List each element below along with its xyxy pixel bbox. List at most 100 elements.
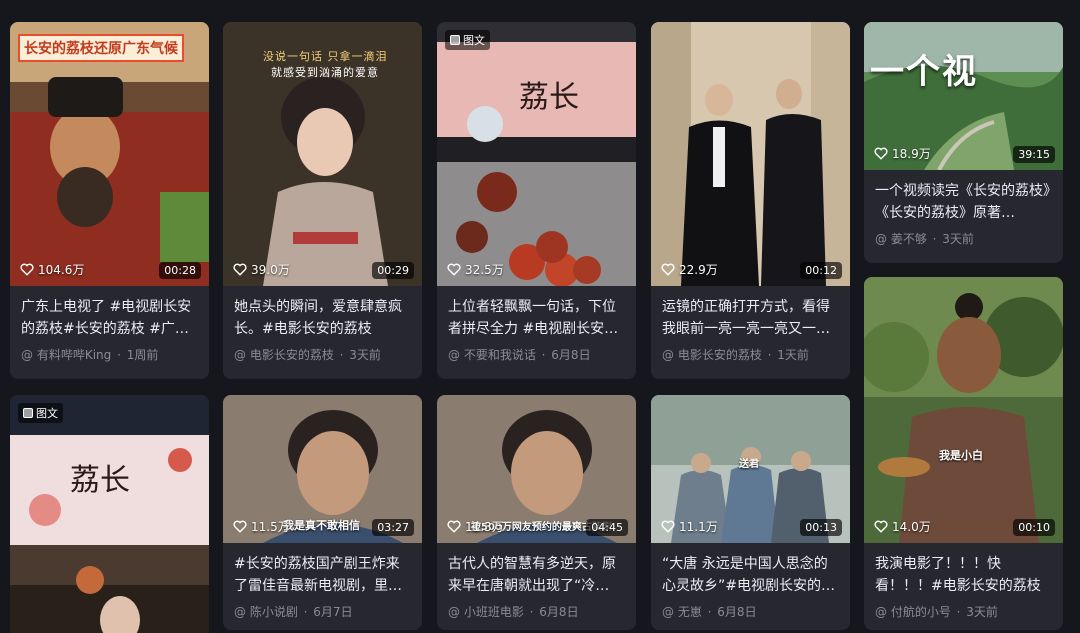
thumbnail-image: 荔长 <box>437 22 636 286</box>
heart-icon <box>233 520 247 533</box>
video-thumbnail[interactable]: 我是真不敢相信 11.5万 03:27 <box>223 395 422 543</box>
overlay-caption: 没说一句话 只拿一滴泪 <box>263 50 388 63</box>
thumbnail-image: 荔长 <box>10 395 209 633</box>
author-name[interactable]: 陈小说剧 <box>250 605 298 619</box>
thumbnail-image <box>864 277 1063 543</box>
like-count: 32.5万 <box>447 261 504 278</box>
video-title[interactable]: #长安的荔枝国产剧王炸来了雷佳音最新电视剧，里面… <box>234 553 411 597</box>
svg-text:荔长: 荔长 <box>70 463 130 498</box>
image-post-icon <box>23 408 33 418</box>
author-name[interactable]: 电影长安的荔枝 <box>678 348 762 362</box>
overlay-caption: 一个视 <box>870 52 978 92</box>
duration-badge: 04:45 <box>586 519 628 536</box>
duration-badge: 00:29 <box>372 262 414 279</box>
post-time: 1天前 <box>777 348 809 362</box>
like-count-text: 11.1万 <box>679 520 718 534</box>
video-meta: @ 小班班电影 · 6月8日 <box>448 605 579 619</box>
video-card[interactable]: 没说一句话 只拿一滴泪 就感受到汹涌的爱意 39.0万 00:29 她点头的瞬间… <box>223 22 422 379</box>
svg-text:荔长: 荔长 <box>519 80 579 115</box>
heart-icon <box>447 520 461 533</box>
like-count: 11.5万 <box>233 518 290 535</box>
duration-badge: 00:12 <box>800 262 842 279</box>
like-count-text: 22.9万 <box>679 263 718 277</box>
overlay-caption-2: 就感受到汹涌的爱意 <box>271 66 379 79</box>
video-card[interactable]: 被500万网友预约的最爽古装剧 11.3万 04:45 古代人的智慧有多逆天，原… <box>437 395 636 630</box>
video-thumbnail[interactable]: 一个视 18.9万 39:15 <box>864 22 1063 170</box>
like-count-text: 32.5万 <box>465 263 504 277</box>
video-meta: @ 陈小说剧 · 6月7日 <box>234 605 353 619</box>
video-title[interactable]: 广东上电视了 #电视剧长安的荔枝#长安的荔枝 #广东… <box>21 296 198 340</box>
author-name[interactable]: 付航的小号 <box>891 605 951 619</box>
video-card[interactable]: 22.9万 00:12 运镜的正确打开方式，看得我眼前一亮一亮一亮又一… @ 电… <box>651 22 850 379</box>
heart-icon <box>447 263 461 276</box>
video-thumbnail[interactable]: 长安的荔枝还原广东气候 104.6万 00:28 <box>10 22 209 286</box>
video-card[interactable]: 我是真不敢相信 11.5万 03:27 #长安的荔枝国产剧王炸来了雷佳音最新电视… <box>223 395 422 630</box>
like-count-text: 39.0万 <box>251 263 290 277</box>
author-name[interactable]: 无崽 <box>678 605 702 619</box>
duration-badge: 00:13 <box>800 519 842 536</box>
video-card[interactable]: 送君 11.1万 00:13 “大唐 永远是中国人思念的心灵故乡”#电视剧长安的… <box>651 395 850 630</box>
author-name[interactable]: 不要和我说话 <box>464 348 536 362</box>
video-meta: @ 有料哔哔King · 1周前 <box>21 348 159 362</box>
video-card[interactable]: 长安的荔枝还原广东气候 104.6万 00:28 广东上电视了 #电视剧长安的荔… <box>10 22 209 379</box>
like-count: 22.9万 <box>661 261 718 278</box>
heart-icon <box>233 263 247 276</box>
overlay-caption: 长安的荔枝还原广东气候 <box>18 34 184 62</box>
image-post-icon <box>450 35 460 45</box>
post-time: 1周前 <box>126 348 159 362</box>
post-thumbnail[interactable]: 荔长 图文 32.5万 <box>437 22 636 286</box>
video-thumbnail[interactable]: 我是小白 14.0万 00:10 <box>864 277 1063 543</box>
video-thumbnail[interactable]: 送君 11.1万 00:13 <box>651 395 850 543</box>
like-count: 11.1万 <box>661 518 718 535</box>
video-thumbnail[interactable]: 没说一句话 只拿一滴泪 就感受到汹涌的爱意 39.0万 00:29 <box>223 22 422 286</box>
like-count-text: 11.3万 <box>465 520 504 534</box>
image-post-card[interactable]: 荔长 图文 <box>10 395 209 633</box>
post-time: 3天前 <box>942 232 974 246</box>
like-count-text: 14.0万 <box>892 520 931 534</box>
overlay-caption: 我是小白 <box>939 449 983 462</box>
author-name[interactable]: 小班班电影 <box>464 605 524 619</box>
duration-badge: 03:27 <box>372 519 414 536</box>
heart-icon <box>661 520 675 533</box>
video-card[interactable]: 我是小白 14.0万 00:10 我演电影了！！！快看！！！#电影长安的荔枝 @… <box>864 277 1063 630</box>
author-name[interactable]: 电影长安的荔枝 <box>250 348 334 362</box>
like-count: 14.0万 <box>874 518 931 535</box>
like-count: 11.3万 <box>447 518 504 535</box>
image-post-card[interactable]: 荔长 图文 32.5万 上位者轻飘飘一句话，下位者拼尽全力 #电视剧长安… @ … <box>437 22 636 379</box>
post-type-badge: 图文 <box>445 30 490 50</box>
video-title[interactable]: 古代人的智慧有多逆天，原来早在唐朝就出现了“冷… <box>448 553 625 597</box>
post-time: 6月7日 <box>313 605 353 619</box>
post-time: 6月8日 <box>539 605 579 619</box>
post-thumbnail[interactable]: 荔长 图文 <box>10 395 209 633</box>
like-count: 39.0万 <box>233 261 290 278</box>
video-title[interactable]: “大唐 永远是中国人思念的心灵故乡”#电视剧长安的… <box>662 553 839 597</box>
video-meta: @ 电影长安的荔枝 · 3天前 <box>234 348 381 362</box>
video-thumbnail[interactable]: 22.9万 00:12 <box>651 22 850 286</box>
video-thumbnail[interactable]: 被500万网友预约的最爽古装剧 11.3万 04:45 <box>437 395 636 543</box>
video-title[interactable]: 她点头的瞬间，爱意肆意疯长。#电影长安的荔枝 <box>234 296 411 340</box>
post-title[interactable]: 上位者轻飘飘一句话，下位者拼尽全力 #电视剧长安… <box>448 296 625 340</box>
video-meta: @ 电影长安的荔枝 · 1天前 <box>662 348 809 362</box>
video-meta: @ 姜不够 · 3天前 <box>875 232 974 246</box>
author-name[interactable]: 姜不够 <box>891 232 927 246</box>
post-time: 3天前 <box>966 605 998 619</box>
post-time: 3天前 <box>349 348 381 362</box>
video-title[interactable]: 运镜的正确打开方式，看得我眼前一亮一亮一亮又一… <box>662 296 839 340</box>
video-card[interactable]: 一个视 18.9万 39:15 一个视频读完《长安的荔枝》《长安的荔枝》原著… … <box>864 22 1063 263</box>
post-time: 6月8日 <box>717 605 757 619</box>
heart-icon <box>874 147 888 160</box>
like-count: 18.9万 <box>874 145 931 162</box>
post-meta: @ 不要和我说话 · 6月8日 <box>448 348 591 362</box>
video-title[interactable]: 一个视频读完《长安的荔枝》《长安的荔枝》原著… <box>875 180 1052 224</box>
heart-icon <box>661 263 675 276</box>
video-title[interactable]: 我演电影了！！！快看！！！#电影长安的荔枝 <box>875 553 1052 597</box>
duration-badge: 39:15 <box>1013 146 1055 163</box>
like-count-text: 104.6万 <box>38 263 85 277</box>
video-meta: @ 付航的小号 · 3天前 <box>875 605 998 619</box>
like-count-text: 11.5万 <box>251 520 290 534</box>
overlay-caption: 送君 <box>739 459 759 470</box>
post-time: 6月8日 <box>551 348 591 362</box>
heart-icon <box>874 520 888 533</box>
author-name[interactable]: 有料哔哔King <box>37 348 111 362</box>
duration-badge: 00:28 <box>159 262 201 279</box>
